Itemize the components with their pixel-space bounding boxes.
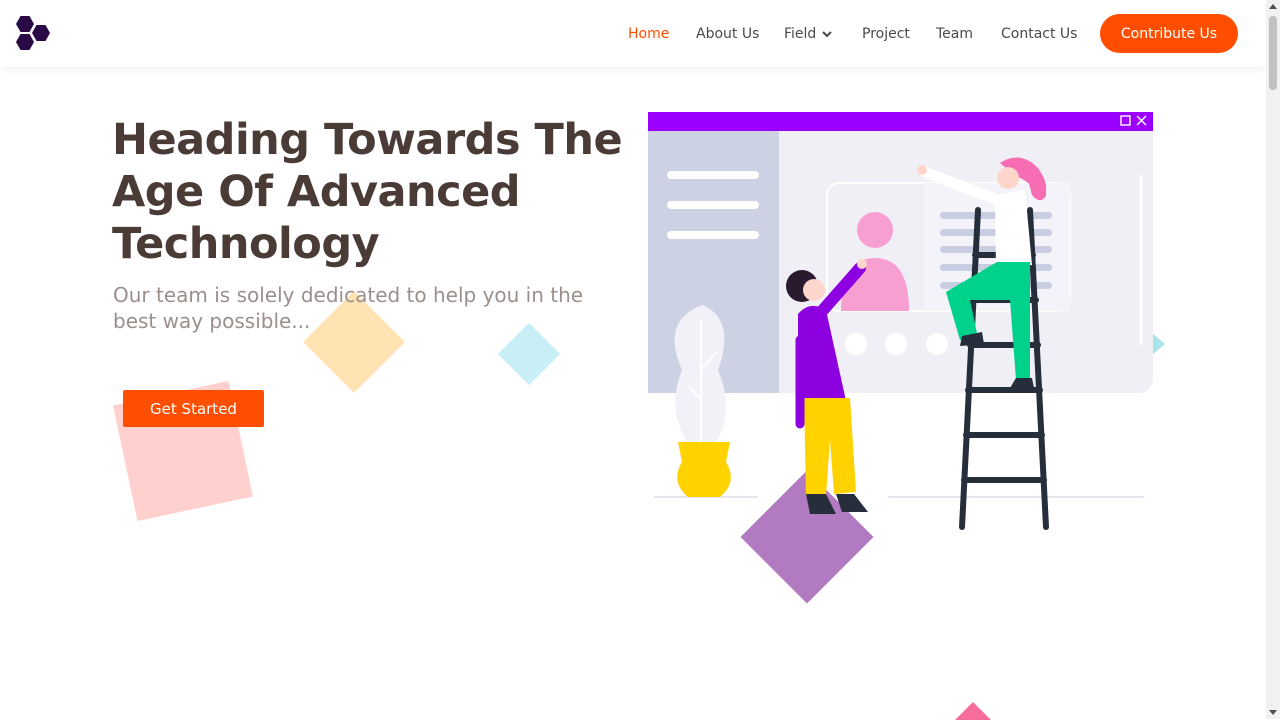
hero-illustration <box>648 112 1153 530</box>
hero-title-line-3: Technology <box>112 219 380 269</box>
get-started-button[interactable]: Get Started <box>123 390 264 427</box>
nav-about-us[interactable]: About Us <box>696 24 759 44</box>
scroll-down-arrow-icon[interactable] <box>1269 710 1277 715</box>
nav-field[interactable]: Field <box>784 24 833 44</box>
nav-field-label: Field <box>784 26 817 42</box>
chevron-down-icon <box>822 30 833 37</box>
scroll-thumb[interactable] <box>1269 16 1277 90</box>
nav-home[interactable]: Home <box>628 24 669 44</box>
hero-subtitle-line-1: Our team is solely dedicated to help you… <box>113 283 584 307</box>
hero-subtitle: Our team is solely dedicated to help you… <box>113 282 613 334</box>
site-header: Home About Us Field Project Team Contact… <box>0 0 1266 67</box>
nav-team[interactable]: Team <box>936 24 973 44</box>
hero-title-line-1: Heading Towards The <box>112 115 623 165</box>
hero-title-line-2: Age Of Advanced <box>112 167 521 217</box>
hero-title: Heading Towards The Age Of Advanced Tech… <box>112 114 632 270</box>
contribute-button[interactable]: Contribute Us <box>1100 14 1238 53</box>
plant-graphic <box>674 305 731 497</box>
main-nav: Home About Us Field Project Team Contact… <box>0 0 1266 67</box>
hero-subtitle-line-2: best way possible... <box>113 309 311 333</box>
browser-window-graphic <box>648 112 1153 393</box>
nav-contact-us[interactable]: Contact Us <box>1001 24 1077 44</box>
nav-project[interactable]: Project <box>862 24 910 44</box>
page-scrollbar[interactable] <box>1266 0 1280 719</box>
scroll-up-arrow-icon[interactable] <box>1269 4 1277 9</box>
